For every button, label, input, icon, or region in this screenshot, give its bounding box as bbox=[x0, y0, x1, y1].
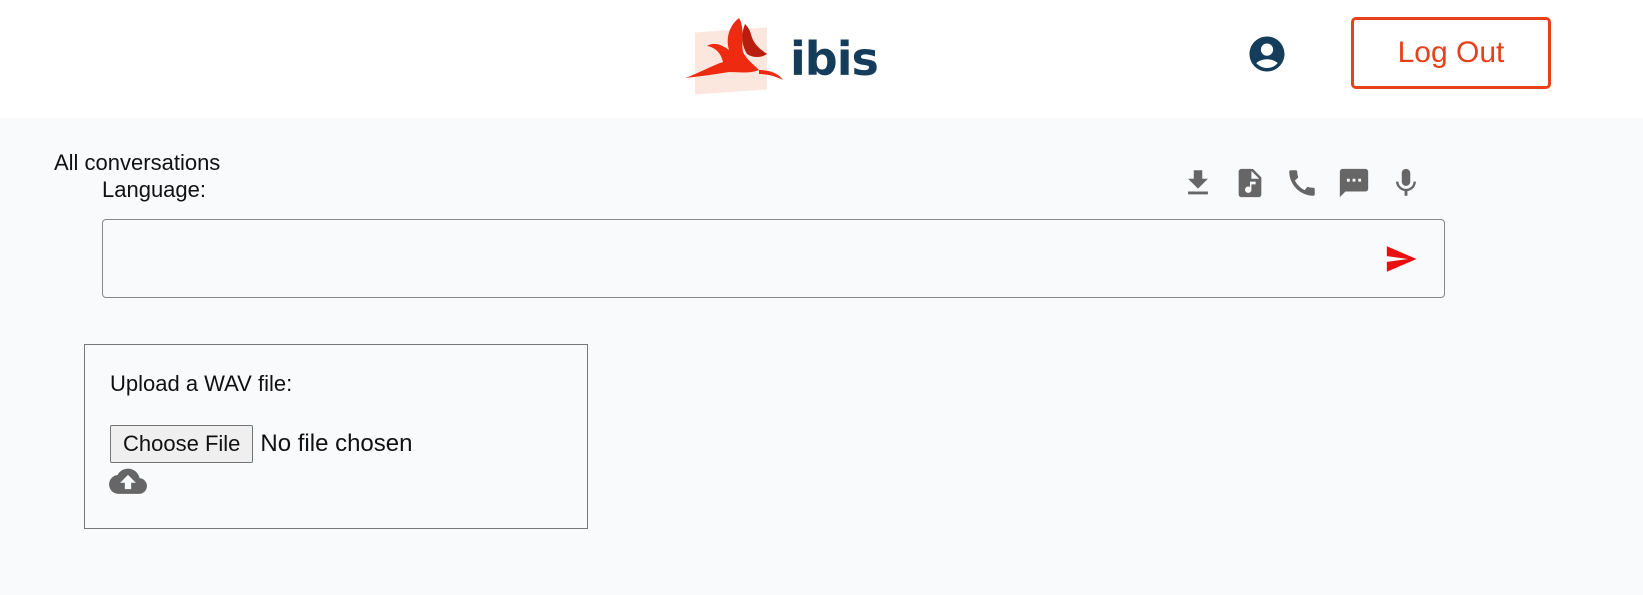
conversation-toolbar bbox=[1172, 166, 1432, 202]
file-picker: Choose File No file chosen bbox=[110, 425, 412, 463]
upload-label: Upload a WAV file: bbox=[110, 371, 293, 396]
download-icon bbox=[1188, 170, 1208, 195]
send-icon[interactable] bbox=[1383, 242, 1419, 276]
message-input[interactable] bbox=[113, 230, 1377, 289]
language-label: Language: bbox=[102, 177, 206, 202]
chat-button[interactable] bbox=[1328, 166, 1380, 202]
microphone-button[interactable] bbox=[1380, 166, 1432, 202]
file-status: No file chosen bbox=[260, 430, 413, 457]
upload-panel: Upload a WAV file: Choose File No file c… bbox=[84, 344, 588, 529]
cloud-upload-icon[interactable] bbox=[109, 467, 147, 497]
logo-text: ibis bbox=[790, 32, 879, 86]
phone-icon bbox=[1289, 170, 1315, 196]
choose-file-button[interactable]: Choose File bbox=[110, 425, 254, 463]
ibis-logo[interactable]: ibis bbox=[683, 14, 879, 98]
audio-file-button[interactable] bbox=[1224, 166, 1276, 202]
ibis-bird-icon bbox=[685, 18, 783, 80]
download-button[interactable] bbox=[1172, 166, 1224, 202]
phone-button[interactable] bbox=[1276, 166, 1328, 202]
top-header: ibis Log Out bbox=[0, 0, 1643, 118]
message-box bbox=[102, 219, 1445, 298]
chat-icon bbox=[1339, 168, 1369, 198]
logout-button[interactable]: Log Out bbox=[1351, 17, 1551, 89]
account-circle-icon[interactable] bbox=[1246, 33, 1288, 75]
microphone-icon bbox=[1396, 168, 1416, 196]
audio-file-icon bbox=[1238, 168, 1262, 198]
all-conversations-link[interactable]: All conversations bbox=[54, 150, 220, 176]
